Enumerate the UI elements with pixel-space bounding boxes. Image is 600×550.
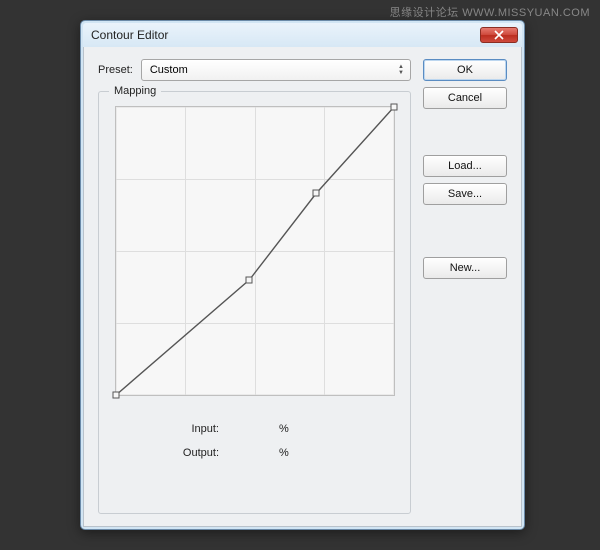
watermark-text: 思缘设计论坛 WWW.MISSYUAN.COM xyxy=(390,4,590,20)
save-button[interactable]: Save... xyxy=(423,183,507,205)
ok-button[interactable]: OK xyxy=(423,59,507,81)
preset-label: Preset: xyxy=(98,64,133,76)
dialog-body: Preset: Custom ▲▼ Mapping xyxy=(83,47,522,527)
input-percent: % xyxy=(279,423,289,435)
output-label: Output: xyxy=(169,447,219,459)
dropdown-arrows-icon: ▲▼ xyxy=(398,65,404,76)
input-label: Input: xyxy=(169,423,219,435)
close-button[interactable] xyxy=(480,27,518,43)
preset-row: Preset: Custom ▲▼ xyxy=(98,59,411,81)
curve-node[interactable] xyxy=(390,104,397,111)
curve-node[interactable] xyxy=(245,276,252,283)
contour-editor-dialog: Contour Editor Preset: Custom ▲▼ Mapping xyxy=(80,20,525,530)
dialog-title: Contour Editor xyxy=(91,28,168,42)
input-field[interactable] xyxy=(225,420,273,438)
left-column: Preset: Custom ▲▼ Mapping xyxy=(98,59,411,514)
curve-line xyxy=(116,107,394,395)
new-button[interactable]: New... xyxy=(423,257,507,279)
output-percent: % xyxy=(279,447,289,459)
curve-node[interactable] xyxy=(112,392,119,399)
mapping-fieldset: Mapping Input: % xyxy=(98,91,411,514)
cancel-button[interactable]: Cancel xyxy=(423,87,507,109)
close-icon xyxy=(494,30,504,40)
curve-canvas[interactable] xyxy=(115,106,395,396)
mapping-legend: Mapping xyxy=(109,85,161,97)
preset-dropdown[interactable]: Custom ▲▼ xyxy=(141,59,411,81)
input-row: Input: % xyxy=(109,420,400,438)
load-button[interactable]: Load... xyxy=(423,155,507,177)
output-row: Output: % xyxy=(109,444,400,462)
right-column: OK Cancel Load... Save... New... xyxy=(423,59,507,514)
titlebar[interactable]: Contour Editor xyxy=(83,23,522,47)
curve-node[interactable] xyxy=(312,190,319,197)
output-field[interactable] xyxy=(225,444,273,462)
preset-value: Custom xyxy=(150,64,188,76)
